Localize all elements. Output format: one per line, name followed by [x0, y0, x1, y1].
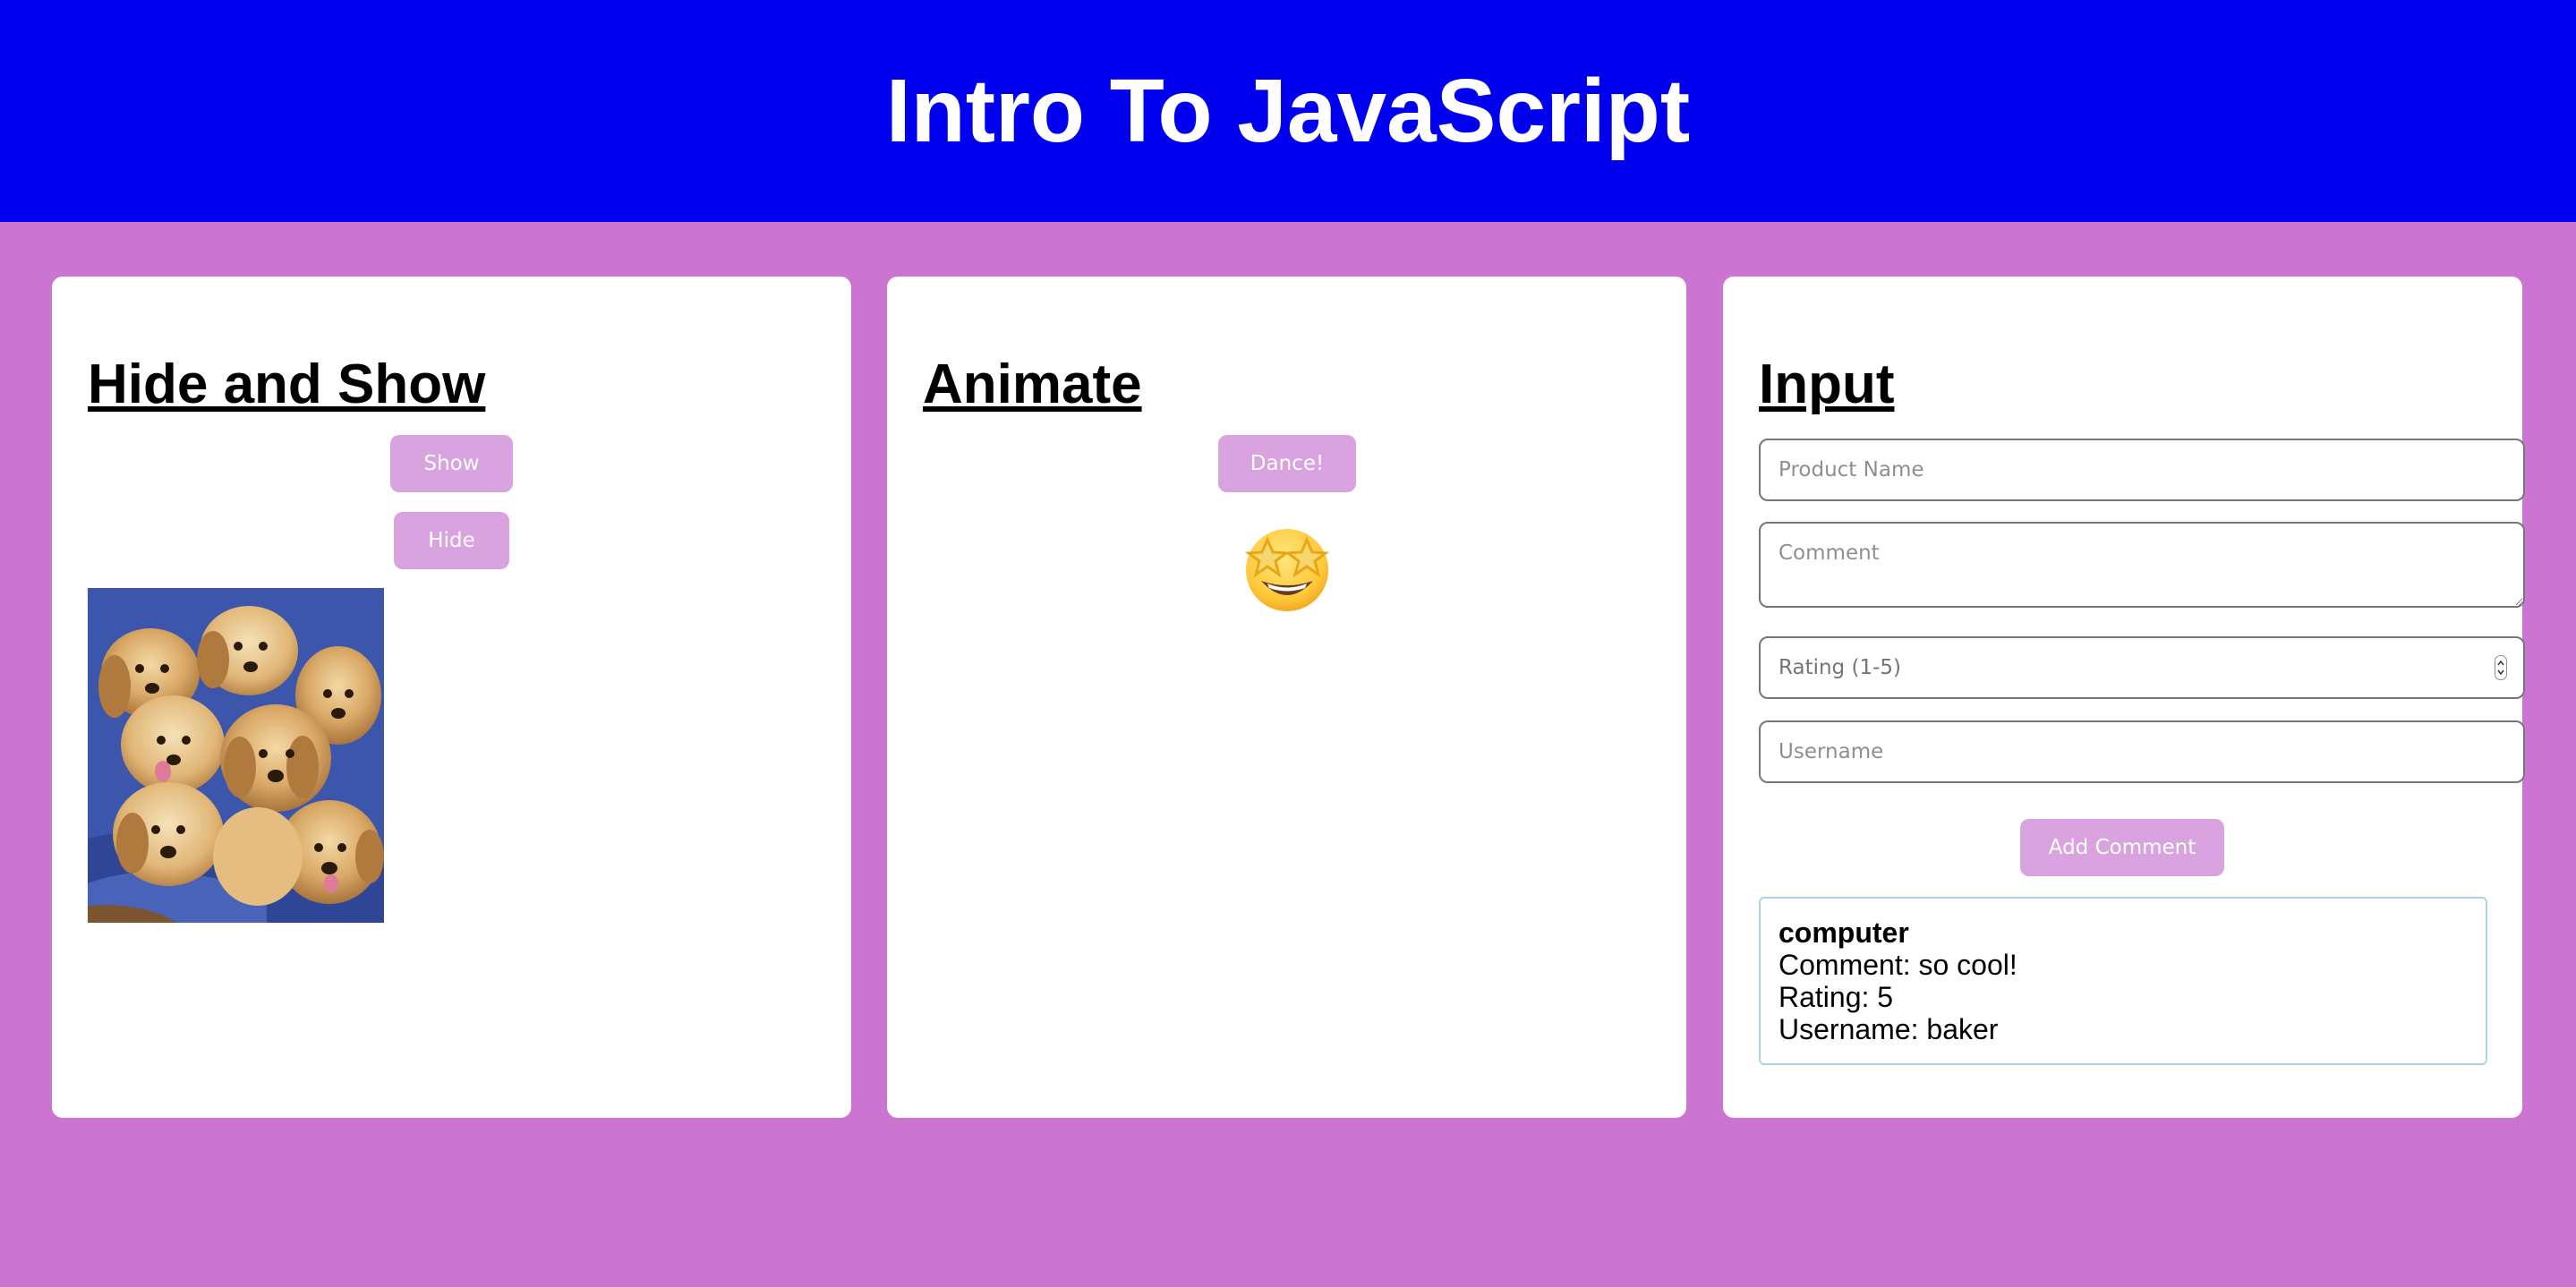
- show-button[interactable]: Show: [390, 435, 513, 492]
- add-comment-button[interactable]: Add Comment: [2020, 819, 2224, 876]
- hide-show-heading: Hide and Show: [88, 354, 486, 415]
- hide-show-card: Hide and Show Show Hide: [52, 277, 851, 1118]
- rating-field-wrapper: [1759, 636, 2525, 699]
- product-name-input[interactable]: [1759, 439, 2525, 501]
- hide-button[interactable]: Hide: [394, 512, 509, 569]
- number-stepper-icon[interactable]: [2495, 655, 2507, 680]
- puppies-image: [88, 588, 384, 923]
- comment-entry: computer Comment: so cool! Rating: 5 Use…: [1759, 897, 2487, 1065]
- input-heading: Input: [1759, 354, 1895, 415]
- star-struck-emoji-icon: [1239, 520, 1335, 617]
- input-card: Input Add Comment computer Comment: so c…: [1723, 277, 2525, 1118]
- animate-card: Animate Dance!: [887, 277, 1686, 1118]
- puppies-photo-icon: [88, 588, 384, 923]
- comment-textarea[interactable]: [1759, 522, 2525, 608]
- page-header: Intro To JavaScript: [0, 0, 2576, 222]
- comment-rating: Rating: 5: [1778, 981, 1894, 1013]
- comment-username: Username: baker: [1778, 1013, 1999, 1045]
- username-input[interactable]: [1759, 720, 2525, 783]
- animate-heading: Animate: [923, 354, 1142, 415]
- comment-text: Comment: so cool!: [1778, 949, 2017, 981]
- page-title: Intro To JavaScript: [885, 60, 1691, 161]
- comment-product-name: computer: [1778, 916, 1909, 949]
- rating-input[interactable]: [1761, 638, 2523, 697]
- dance-button[interactable]: Dance!: [1218, 435, 1356, 492]
